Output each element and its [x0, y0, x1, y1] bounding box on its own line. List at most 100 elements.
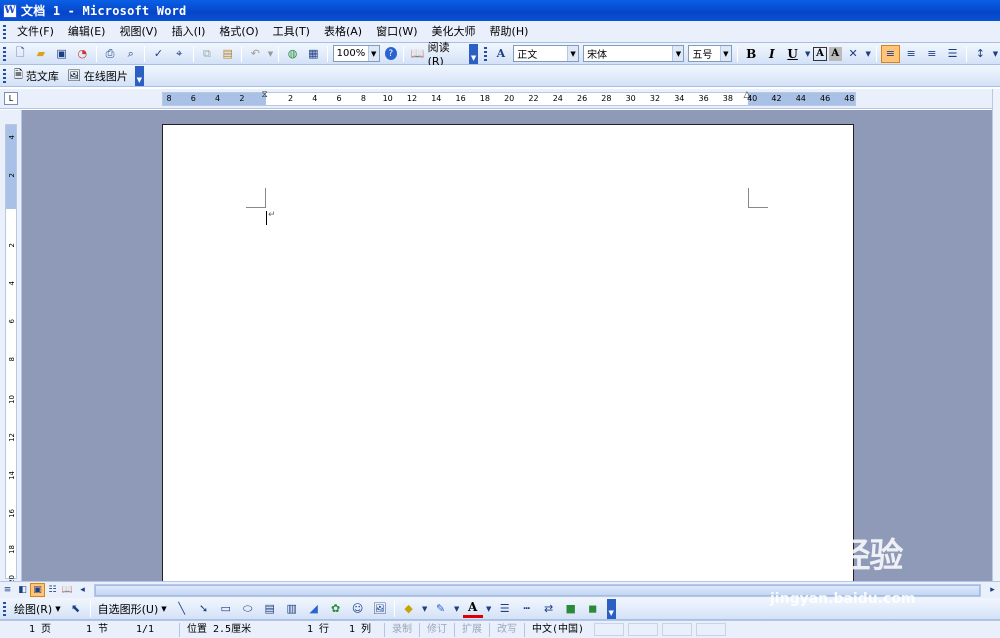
- normal-view-icon[interactable]: ≡: [0, 583, 15, 597]
- vertical-ruler[interactable]: 4 2 2 4 6 8 10 12 14 16 18 20: [0, 110, 22, 584]
- menu-help[interactable]: 帮助(H): [483, 22, 536, 42]
- vertical-text-box-icon[interactable]: ▥: [282, 600, 302, 618]
- underline-dropdown-icon[interactable]: ▼: [804, 45, 811, 63]
- menubar-grip[interactable]: [3, 24, 6, 39]
- clip-art-icon[interactable]: ☺: [348, 600, 368, 618]
- paste-icon[interactable]: ▤: [218, 45, 237, 63]
- toolbar-options-icon[interactable]: ▼: [606, 598, 616, 619]
- align-center-icon[interactable]: ≡: [902, 45, 921, 63]
- document-page[interactable]: ↵: [162, 124, 854, 584]
- align-right-icon[interactable]: ≡: [923, 45, 942, 63]
- save-icon[interactable]: ▣: [52, 45, 71, 63]
- spelling-icon[interactable]: ✓: [149, 45, 168, 63]
- line-spacing-dropdown-icon[interactable]: ▼: [992, 45, 999, 63]
- distribute-icon[interactable]: ☰: [943, 45, 962, 63]
- permission-icon[interactable]: ◔: [73, 45, 92, 63]
- menu-format[interactable]: 格式(O): [212, 22, 265, 42]
- insert-picture-icon[interactable]: 🖼: [370, 600, 390, 618]
- autoshapes-button[interactable]: 自选图形(U) ▼: [94, 601, 171, 617]
- reading-view-icon[interactable]: 📖: [60, 583, 75, 597]
- status-extend[interactable]: 扩展: [456, 623, 488, 637]
- font-color-dropdown-icon[interactable]: ▼: [485, 600, 493, 618]
- wordart-icon[interactable]: ◢: [304, 600, 324, 618]
- status-language[interactable]: 中文(中国): [526, 623, 590, 637]
- menu-table[interactable]: 表格(A): [317, 22, 369, 42]
- char-border-icon[interactable]: A: [813, 46, 827, 61]
- 3d-style-icon[interactable]: ◼: [583, 600, 603, 618]
- fill-color-dropdown-icon[interactable]: ▼: [421, 600, 429, 618]
- status-track-changes[interactable]: 修订: [421, 623, 453, 637]
- toolbar-grip[interactable]: [3, 601, 6, 616]
- arrow-icon[interactable]: ➘: [194, 600, 214, 618]
- zoom-select[interactable]: 100% ▼: [332, 45, 380, 62]
- toolbar-grip[interactable]: [3, 68, 6, 83]
- copy-icon[interactable]: ⧉: [198, 45, 217, 63]
- scroll-left-icon[interactable]: ◂: [75, 583, 90, 597]
- scroll-thumb[interactable]: [95, 584, 980, 596]
- menu-tools[interactable]: 工具(T): [266, 22, 317, 42]
- styles-pane-icon[interactable]: A: [492, 45, 511, 63]
- template-library-button[interactable]: 🗎 范文库: [10, 66, 63, 85]
- italic-icon[interactable]: I: [763, 45, 782, 63]
- tab-selector[interactable]: L: [4, 92, 18, 105]
- style-select[interactable]: 正文 ▼: [513, 45, 580, 62]
- fill-color-icon[interactable]: ◆: [399, 600, 419, 618]
- arrow-style-icon[interactable]: ⇄: [539, 600, 559, 618]
- read-button[interactable]: 📖 阅读(R): [407, 39, 466, 68]
- font-size-select[interactable]: 五号 ▼: [688, 45, 732, 62]
- toolbar-options-icon[interactable]: ▼: [469, 43, 478, 64]
- chevron-down-icon[interactable]: ▼: [672, 46, 684, 61]
- underline-icon[interactable]: U: [783, 45, 802, 63]
- outline-view-icon[interactable]: ☷: [45, 583, 60, 597]
- online-pictures-button[interactable]: 🖼 在线图片: [63, 68, 132, 84]
- menu-view[interactable]: 视图(V): [112, 22, 164, 42]
- indent-marker-icon[interactable]: ⧖: [262, 90, 271, 108]
- menu-file[interactable]: 文件(F): [10, 22, 61, 42]
- line-spacing-icon[interactable]: ↕: [971, 45, 990, 63]
- dash-style-icon[interactable]: ┅: [517, 600, 537, 618]
- print-preview-icon[interactable]: ⌕: [121, 45, 140, 63]
- line-icon[interactable]: ╲: [172, 600, 192, 618]
- draw-menu-button[interactable]: 绘图(R) ▼: [10, 601, 65, 617]
- new-document-icon[interactable]: 🗋: [11, 45, 30, 63]
- chevron-down-icon[interactable]: ▼: [567, 46, 579, 61]
- font-select[interactable]: 宋体 ▼: [583, 45, 685, 62]
- diagram-icon[interactable]: ✿: [326, 600, 346, 618]
- toolbar-options-icon[interactable]: ▼: [134, 65, 144, 86]
- hyperlink-icon[interactable]: ◍: [283, 45, 302, 63]
- word-app-icon[interactable]: W: [3, 3, 17, 18]
- chevron-down-icon[interactable]: ▼: [367, 46, 379, 61]
- rectangle-icon[interactable]: ▭: [216, 600, 236, 618]
- horizontal-ruler[interactable]: ⧖ △ 8 6 4 2 2 4 6 8 10 12 14 16 18 20 22 24 26 28 30 32 34 36…: [162, 90, 856, 108]
- align-justify-icon[interactable]: ≡: [880, 44, 900, 63]
- open-folder-icon[interactable]: ▰: [32, 45, 51, 63]
- char-scale-dropdown-icon[interactable]: ▼: [864, 45, 871, 63]
- web-view-icon[interactable]: ◧: [15, 583, 30, 597]
- toolbar-grip[interactable]: [3, 46, 6, 61]
- menu-insert[interactable]: 插入(I): [165, 22, 213, 42]
- print-icon[interactable]: ⎙: [101, 45, 120, 63]
- undo-icon[interactable]: ↶: [246, 45, 265, 63]
- char-scale-icon[interactable]: ✕: [844, 45, 863, 63]
- select-objects-icon[interactable]: ⬉: [66, 600, 86, 618]
- horizontal-scrollbar[interactable]: [94, 583, 981, 597]
- status-overtype[interactable]: 改写: [491, 623, 523, 637]
- toolbar-grip[interactable]: [483, 46, 487, 61]
- scroll-right-icon[interactable]: ▸: [985, 583, 1000, 597]
- char-shading-icon[interactable]: A: [828, 46, 842, 61]
- line-color-dropdown-icon[interactable]: ▼: [453, 600, 461, 618]
- print-layout-view-icon[interactable]: ▣: [30, 583, 45, 597]
- line-color-icon[interactable]: ✎: [431, 600, 451, 618]
- status-record[interactable]: 录制: [386, 623, 418, 637]
- line-style-icon[interactable]: ☰: [495, 600, 515, 618]
- research-icon[interactable]: ⌖: [170, 45, 189, 63]
- table-icon[interactable]: ▦: [304, 45, 323, 63]
- font-color-icon[interactable]: A: [462, 600, 483, 618]
- oval-icon[interactable]: ⬭: [238, 600, 258, 618]
- shadow-style-icon[interactable]: ■: [561, 600, 581, 618]
- help-icon[interactable]: ?: [384, 47, 397, 60]
- vertical-scrollbar[interactable]: [992, 89, 1000, 581]
- undo-dropdown-icon[interactable]: ▼: [267, 45, 274, 63]
- chevron-down-icon[interactable]: ▼: [719, 46, 731, 61]
- text-box-icon[interactable]: ▤: [260, 600, 280, 618]
